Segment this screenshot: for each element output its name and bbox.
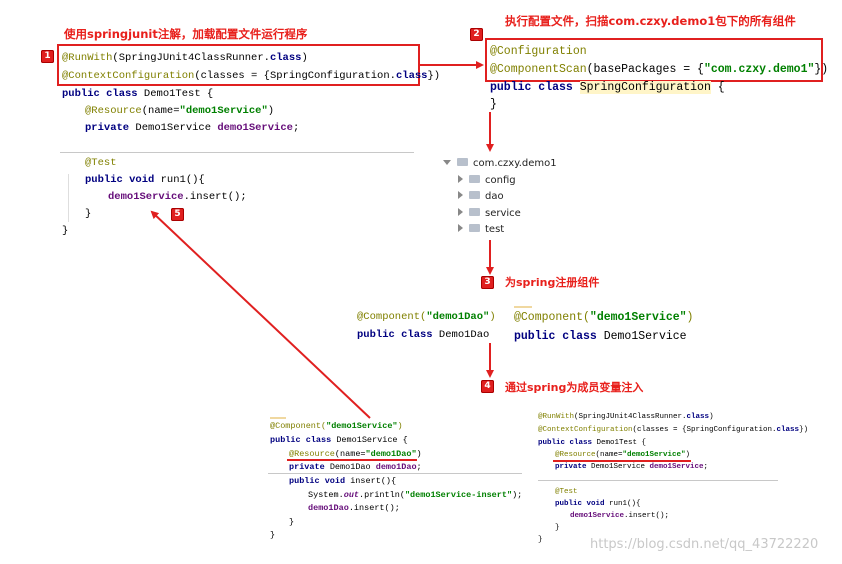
arrow-4-to-5	[150, 210, 371, 419]
flow-arrows	[150, 61, 494, 419]
